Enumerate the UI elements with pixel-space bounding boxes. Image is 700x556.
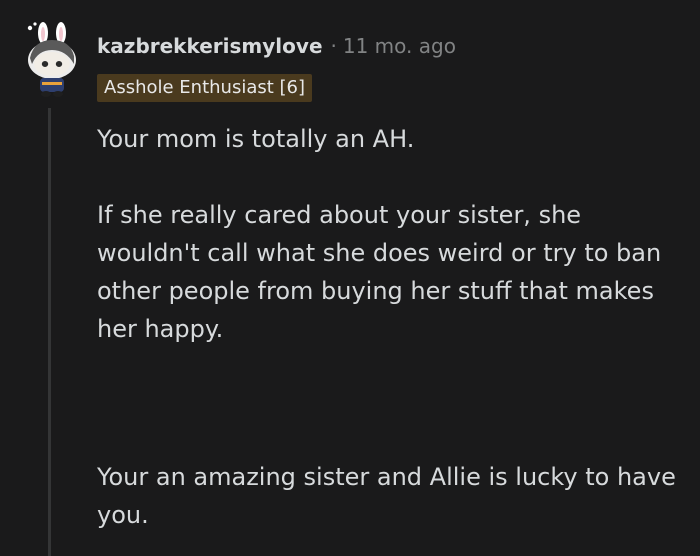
comment-paragraph: If she really cared about your sister, s… [97,201,662,343]
comment-paragraph: Your an amazing sister and Allie is luck… [97,463,676,529]
comment-timestamp[interactable]: 11 mo. ago [343,34,456,58]
user-flair: Asshole Enthusiast [6] [97,74,313,102]
thread-collapse-line[interactable] [48,108,51,556]
meta-separator: · [330,34,337,58]
username-link[interactable]: kazbrekkerismylove [97,34,323,58]
comment-meta: kazbrekkerismylove · 11 mo. ago [97,31,456,61]
user-avatar-icon[interactable] [22,20,82,98]
comment: kazbrekkerismylove · 11 mo. ago Asshole … [0,0,700,556]
comment-paragraph: Your mom is totally an AH. [97,125,415,153]
